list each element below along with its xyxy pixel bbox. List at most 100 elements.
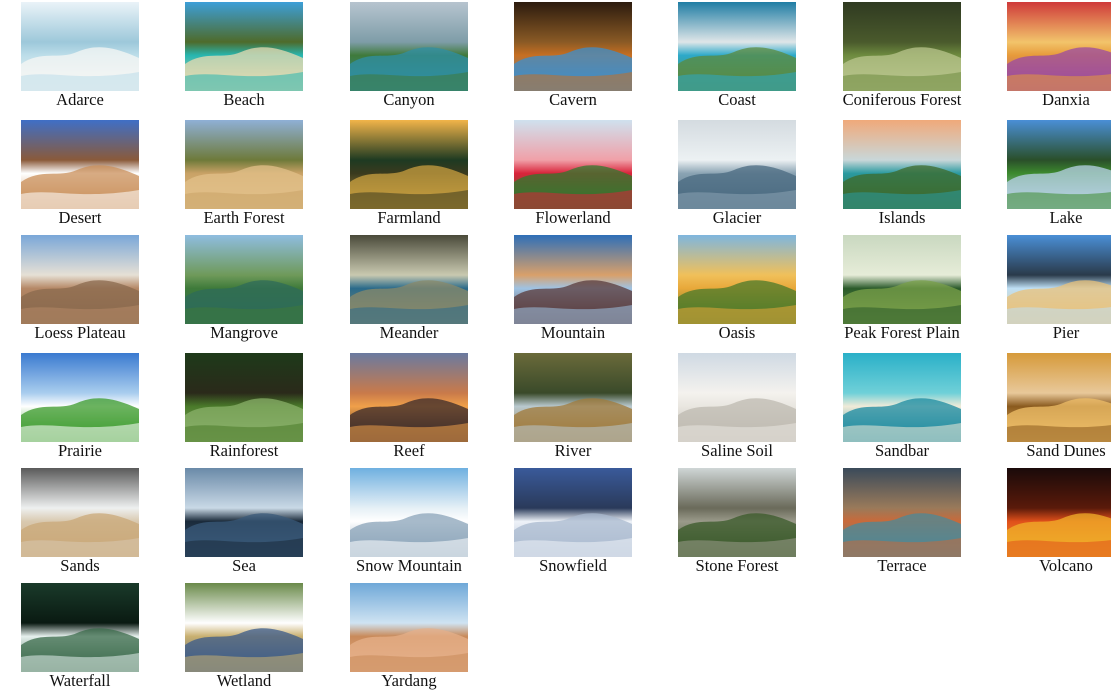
grid-cell: Stone Forest	[657, 466, 817, 578]
grid-cell: Islands	[822, 118, 982, 230]
photo-caption: Sea	[232, 556, 256, 575]
grid-cell: Wetland	[164, 581, 324, 693]
grid-cell: Prairie	[0, 351, 160, 463]
grid-cell: Snowfield	[493, 466, 653, 578]
grid-cell: Oasis	[657, 233, 817, 345]
islands-photo	[843, 120, 961, 209]
grid-cell: Sea	[164, 466, 324, 578]
saline-soil-photo	[678, 353, 796, 442]
photo-caption: Loess Plateau	[34, 323, 126, 342]
photo-caption: Danxia	[1042, 90, 1090, 109]
grid-cell: Coniferous Forest	[822, 0, 982, 112]
oasis-photo	[678, 235, 796, 324]
photo-caption: Coniferous Forest	[842, 90, 962, 109]
waterfall-photo	[21, 583, 139, 672]
photo-caption: Peak Forest Plain	[844, 323, 960, 342]
grid-cell: Sandbar	[822, 351, 982, 463]
photo-caption: Pier	[1052, 323, 1080, 342]
photo-caption: Desert	[58, 208, 102, 227]
photo-caption: Yardang	[381, 671, 437, 690]
photo-caption: Flowerland	[535, 208, 611, 227]
sandbar-photo	[843, 353, 961, 442]
reef-photo	[350, 353, 468, 442]
lake-photo	[1007, 120, 1111, 209]
canyon-photo	[350, 2, 468, 91]
photo-caption: Cavern	[549, 90, 597, 109]
photo-caption: Mangrove	[210, 323, 278, 342]
photo-caption: Canyon	[383, 90, 435, 109]
grid-cell: Waterfall	[0, 581, 160, 693]
photo-caption: Stone Forest	[695, 556, 779, 575]
mangrove-photo	[185, 235, 303, 324]
photo-caption: Glacier	[712, 208, 762, 227]
yardang-photo	[350, 583, 468, 672]
grid-cell: River	[493, 351, 653, 463]
photo-caption: Earth Forest	[203, 208, 285, 227]
rainforest-photo	[185, 353, 303, 442]
grid-cell: Desert	[0, 118, 160, 230]
photo-caption: Oasis	[718, 323, 756, 342]
photo-caption: Lake	[1049, 208, 1083, 227]
coast-photo	[678, 2, 796, 91]
photo-caption: Prairie	[58, 441, 102, 460]
grid-cell: Sands	[0, 466, 160, 578]
photo-caption: River	[554, 441, 592, 460]
photo-caption: Beach	[223, 90, 265, 109]
grid-cell: Terrace	[822, 466, 982, 578]
grid-cell: Glacier	[657, 118, 817, 230]
river-photo	[514, 353, 632, 442]
photo-caption: Farmland	[377, 208, 441, 227]
photo-caption: Volcano	[1039, 556, 1093, 575]
desert-photo	[21, 120, 139, 209]
grid-cell: Yardang	[329, 581, 489, 693]
pier-photo	[1007, 235, 1111, 324]
loess-plateau-photo	[21, 235, 139, 324]
photo-caption: Rainforest	[209, 441, 279, 460]
grid-cell: Cavern	[493, 0, 653, 112]
photo-grid: Adarce Beach Canyon Cavern Coast Coniferous F…	[0, 0, 1111, 695]
grid-cell: Saline Soil	[657, 351, 817, 463]
glacier-photo	[678, 120, 796, 209]
grid-cell: Sand Dunes	[986, 351, 1111, 463]
snowfield-photo	[514, 468, 632, 557]
meander-photo	[350, 235, 468, 324]
terrace-photo	[843, 468, 961, 557]
danxia-photo	[1007, 2, 1111, 91]
grid-cell: Earth Forest	[164, 118, 324, 230]
sands-photo	[21, 468, 139, 557]
grid-cell: Coast	[657, 0, 817, 112]
grid-cell: Reef	[329, 351, 489, 463]
photo-caption: Islands	[878, 208, 926, 227]
photo-caption: Waterfall	[49, 671, 111, 690]
flowerland-photo	[514, 120, 632, 209]
photo-caption: Saline Soil	[701, 441, 773, 460]
earth-forest-photo	[185, 120, 303, 209]
photo-caption: Sands	[60, 556, 100, 575]
photo-caption: Snowfield	[539, 556, 607, 575]
grid-cell: Flowerland	[493, 118, 653, 230]
mountain-photo	[514, 235, 632, 324]
photo-caption: Snow Mountain	[356, 556, 462, 575]
coniferous-forest-photo	[843, 2, 961, 91]
grid-cell: Rainforest	[164, 351, 324, 463]
beach-photo	[185, 2, 303, 91]
grid-cell: Pier	[986, 233, 1111, 345]
adarce-photo	[21, 2, 139, 91]
stone-forest-photo	[678, 468, 796, 557]
grid-cell: Meander	[329, 233, 489, 345]
photo-caption: Adarce	[56, 90, 104, 109]
photo-caption: Mountain	[540, 323, 606, 342]
sand-dunes-photo	[1007, 353, 1111, 442]
photo-caption: Wetland	[216, 671, 272, 690]
volcano-photo	[1007, 468, 1111, 557]
grid-cell: Danxia	[986, 0, 1111, 112]
peak-forest-plain-photo	[843, 235, 961, 324]
grid-cell: Mangrove	[164, 233, 324, 345]
grid-cell: Mountain	[493, 233, 653, 345]
cavern-photo	[514, 2, 632, 91]
photo-caption: Coast	[718, 90, 756, 109]
grid-cell: Beach	[164, 0, 324, 112]
photo-caption: Terrace	[877, 556, 927, 575]
grid-cell: Peak Forest Plain	[822, 233, 982, 345]
sea-photo	[185, 468, 303, 557]
